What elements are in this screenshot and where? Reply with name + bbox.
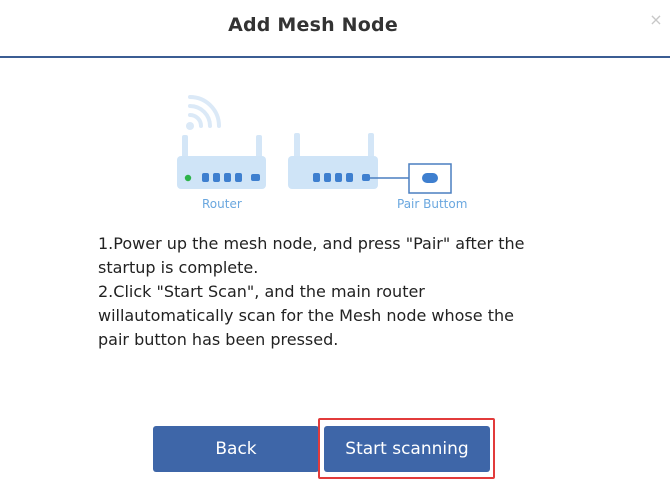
highlight-box [318,418,495,479]
wifi-signal-icon [186,95,221,130]
back-button[interactable]: Back [153,426,319,472]
close-icon[interactable]: × [648,12,664,28]
dialog-title: Add Mesh Node [228,14,398,36]
instruction-step-2: 2.Click "Start Scan", and the main route… [98,282,514,349]
dialog-header: Add Mesh Node × [0,0,670,58]
pair-button-icon [370,163,452,194]
mesh-node-icon [288,133,378,189]
router-caption: Router [202,197,242,211]
pair-button-caption: Pair Buttom [397,197,468,211]
instruction-step-1: 1.Power up the mesh node, and press "Pai… [98,234,525,277]
router-icon [177,135,266,189]
pairing-instructions: 1.Power up the mesh node, and press "Pai… [98,232,548,352]
add-mesh-node-dialog: Add Mesh Node × Router Pair Buttom 1.Pow… [0,0,670,491]
